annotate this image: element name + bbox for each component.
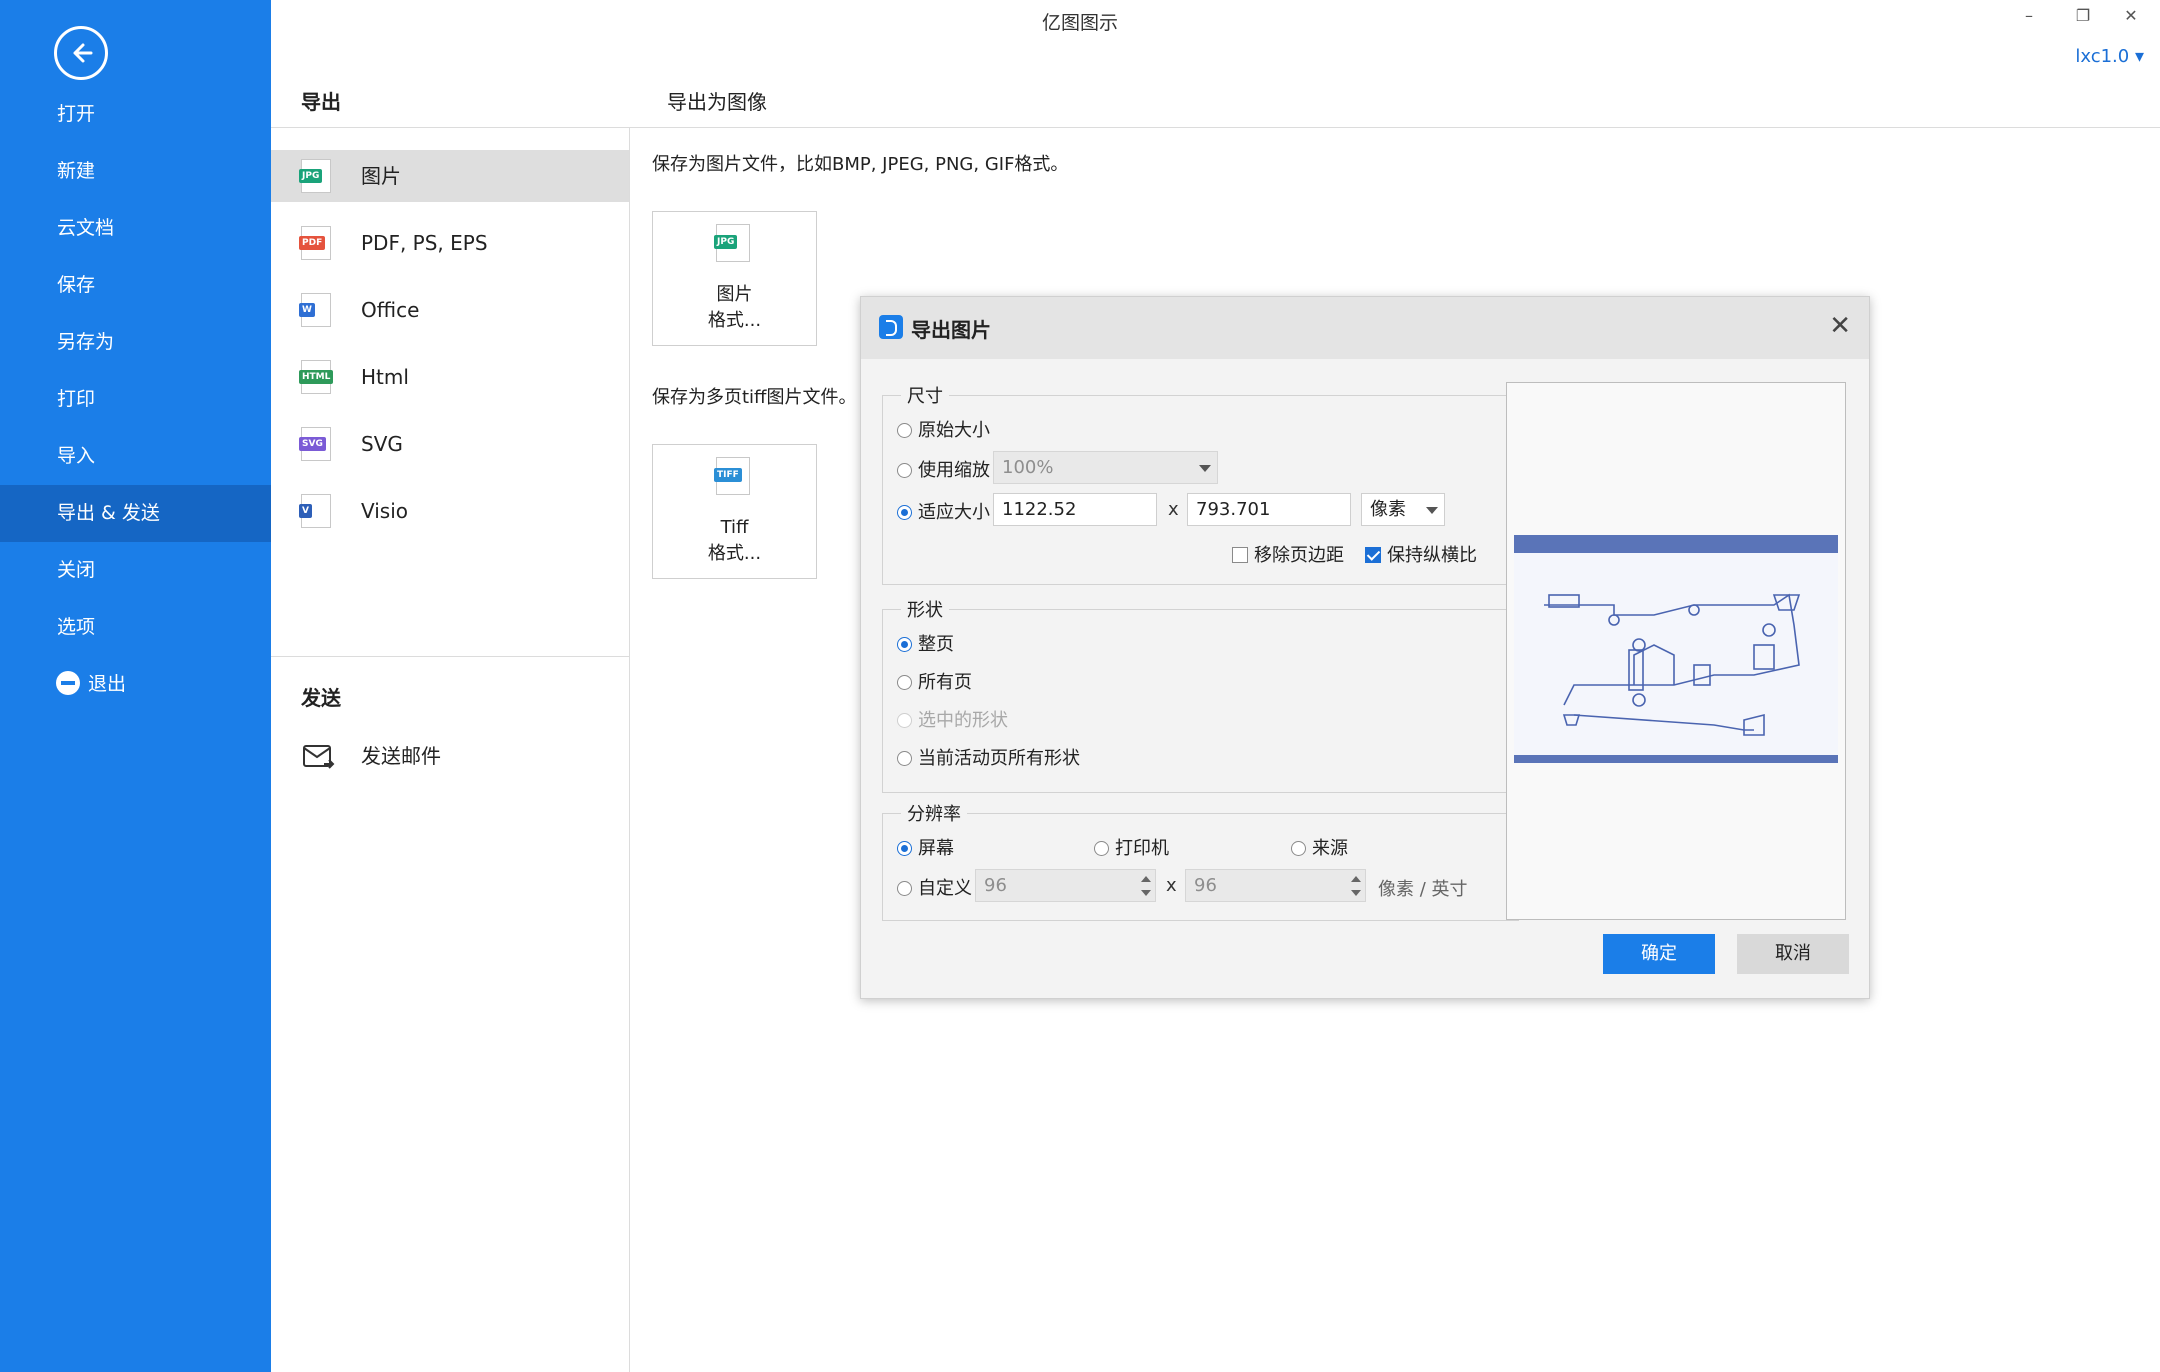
- export-image-dialog: 导出图片 ✕ 尺寸 原始大小 使用缩放 100% 适应大小 1122.52 x …: [860, 296, 1870, 999]
- svg-file-icon: SVG: [299, 427, 331, 461]
- spin-up-icon: [1141, 876, 1151, 882]
- radio-active-page-shapes[interactable]: 当前活动页所有形状: [897, 744, 1080, 770]
- unit-select[interactable]: 像素: [1361, 493, 1445, 526]
- sidebar-item-options[interactable]: 选项: [0, 599, 271, 656]
- word-file-icon: W: [299, 293, 331, 327]
- send-heading: 发送: [301, 686, 341, 710]
- spin-down-icon: [1351, 890, 1361, 896]
- image-format-label: 图片 格式...: [707, 284, 762, 331]
- radio-screen[interactable]: 屏幕: [897, 834, 954, 860]
- format-item-pdf[interactable]: PDF PDF, PS, EPS: [271, 217, 629, 269]
- sidebar-item-open[interactable]: 打开: [0, 86, 271, 143]
- tiff-format-card[interactable]: TIFF Tiff 格式...: [652, 444, 817, 579]
- restore-button[interactable]: ❐: [2070, 6, 2096, 25]
- close-window-button[interactable]: ✕: [2118, 6, 2144, 25]
- format-item-svg[interactable]: SVG SVG: [271, 418, 629, 470]
- mail-send-icon: [303, 745, 335, 769]
- times-sign: x: [1168, 499, 1179, 520]
- size-group-title: 尺寸: [901, 382, 949, 408]
- format-item-label: Office: [361, 298, 420, 322]
- format-item-label: PDF, PS, EPS: [361, 231, 488, 255]
- image-description: 保存为图片文件，比如BMP, JPEG, PNG, GIF格式。: [652, 154, 1069, 175]
- format-item-office[interactable]: W Office: [271, 284, 629, 336]
- format-item-visio[interactable]: V Visio: [271, 485, 629, 537]
- format-item-label: Html: [361, 365, 409, 389]
- html-file-icon: HTML: [299, 360, 334, 394]
- export-heading: 导出: [301, 90, 341, 114]
- sidebar-item-new[interactable]: 新建: [0, 143, 271, 200]
- backstage-sidebar: 打开 新建 云文档 保存 另存为 打印 导入 导出 & 发送 关闭 选项 退出: [0, 0, 271, 1372]
- diagram-thumbnail: [1514, 535, 1838, 763]
- dialog-title: 导出图片: [911, 318, 991, 342]
- sidebar-item-save-as[interactable]: 另存为: [0, 314, 271, 371]
- radio-printer[interactable]: 打印机: [1094, 834, 1169, 860]
- size-group: 尺寸 原始大小 使用缩放 100% 适应大小 1122.52 x 793.701…: [882, 382, 1519, 585]
- tiff-file-icon: TIFF: [714, 457, 750, 495]
- app-title: 亿图图示: [1041, 12, 1118, 34]
- send-email-label: 发送邮件: [361, 744, 441, 768]
- dpi-y-stepper[interactable]: 96: [1185, 869, 1366, 902]
- radio-fit-size[interactable]: 适应大小: [897, 498, 990, 524]
- jpg-file-icon: JPG: [299, 159, 331, 193]
- cancel-button[interactable]: 取消: [1737, 934, 1849, 974]
- user-account-menu[interactable]: lxc1.0 ▾: [2075, 46, 2144, 67]
- shape-group: 形状 整页 所有页 选中的形状 当前活动页所有形状: [882, 596, 1519, 793]
- ok-button[interactable]: 确定: [1603, 934, 1715, 974]
- column-divider: [629, 127, 630, 1372]
- height-input[interactable]: 793.701: [1187, 493, 1351, 526]
- chevron-down-icon: [1426, 507, 1438, 514]
- radio-original-size[interactable]: 原始大小: [897, 416, 990, 442]
- export-preview: [1506, 382, 1846, 920]
- spin-up-icon: [1351, 876, 1361, 882]
- radio-source[interactable]: 来源: [1291, 834, 1348, 860]
- remove-margin-checkbox[interactable]: 移除页边距: [1232, 541, 1344, 567]
- sidebar-item-exit-label: 退出: [88, 673, 127, 695]
- resolution-group-title: 分辨率: [901, 800, 967, 826]
- visio-file-icon: V: [299, 494, 331, 528]
- radio-selected-shapes: 选中的形状: [897, 706, 1008, 732]
- dpi-unit-label: 像素 / 英寸: [1378, 879, 1468, 900]
- zoom-select[interactable]: 100%: [993, 451, 1218, 484]
- close-icon[interactable]: ✕: [1829, 311, 1851, 341]
- radio-custom[interactable]: 自定义: [897, 874, 972, 900]
- format-item-html[interactable]: HTML Html: [271, 351, 629, 403]
- app-logo-icon: [879, 315, 903, 339]
- shape-group-title: 形状: [901, 596, 949, 622]
- sidebar-item-cloud[interactable]: 云文档: [0, 200, 271, 257]
- sidebar-item-print[interactable]: 打印: [0, 371, 271, 428]
- pdf-file-icon: PDF: [299, 226, 331, 260]
- sidebar-item-save[interactable]: 保存: [0, 257, 271, 314]
- export-image-heading: 导出为图像: [667, 90, 767, 114]
- jpg-file-icon: JPG: [714, 224, 750, 262]
- sidebar-item-import[interactable]: 导入: [0, 428, 271, 485]
- radio-all-pages[interactable]: 所有页: [897, 668, 972, 694]
- image-format-card[interactable]: JPG 图片 格式...: [652, 211, 817, 346]
- sidebar-item-exit[interactable]: 退出: [0, 656, 271, 713]
- header-divider: [271, 127, 2160, 128]
- radio-whole-page[interactable]: 整页: [897, 630, 954, 656]
- sidebar-item-export-send[interactable]: 导出 & 发送: [0, 485, 271, 542]
- spin-down-icon: [1141, 890, 1151, 896]
- format-item-label: Visio: [361, 499, 409, 523]
- keep-ratio-checkbox[interactable]: 保持纵横比: [1365, 541, 1477, 567]
- minimize-button[interactable]: –: [2016, 6, 2042, 25]
- chevron-down-icon: [1199, 465, 1211, 472]
- tiff-description: 保存为多页tiff图片文件。: [652, 387, 857, 408]
- times-sign: x: [1166, 875, 1177, 896]
- back-arrow-icon[interactable]: [54, 26, 108, 80]
- send-email-item[interactable]: 发送邮件: [300, 736, 441, 776]
- width-input[interactable]: 1122.52: [993, 493, 1157, 526]
- tiff-format-label: Tiff 格式...: [707, 517, 762, 564]
- exit-icon: [56, 670, 80, 695]
- radio-use-zoom[interactable]: 使用缩放: [897, 456, 990, 482]
- format-item-label: SVG: [361, 432, 403, 456]
- dpi-x-stepper[interactable]: 96: [975, 869, 1156, 902]
- dialog-header: 导出图片 ✕: [861, 297, 1869, 359]
- resolution-group: 分辨率 屏幕 打印机 来源 自定义 96 x 96 像素 / 英寸: [882, 800, 1519, 921]
- format-item-label: 图片: [361, 164, 401, 188]
- sidebar-item-close[interactable]: 关闭: [0, 542, 271, 599]
- format-item-image[interactable]: JPG 图片: [271, 150, 629, 202]
- section-divider: [271, 656, 629, 657]
